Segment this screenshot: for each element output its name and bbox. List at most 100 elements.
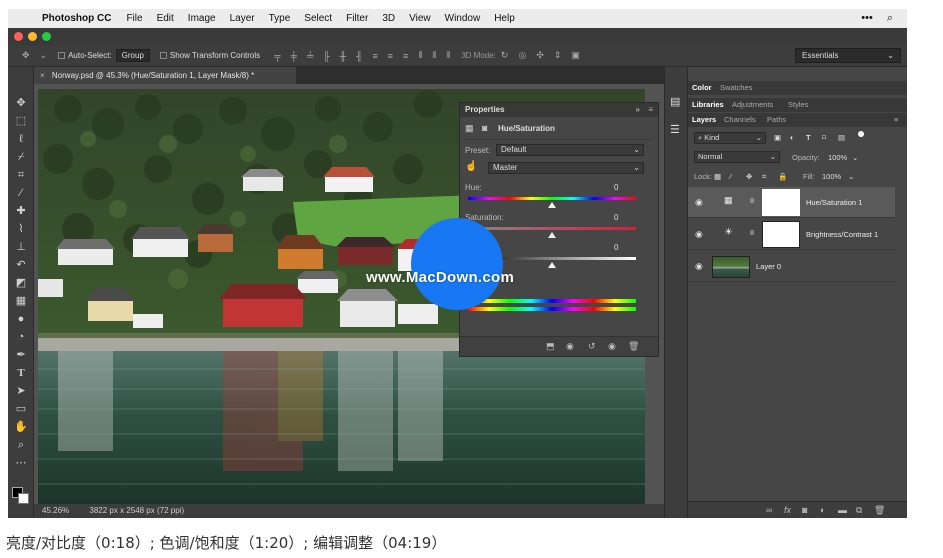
close-tab-icon[interactable]: × [40,71,45,80]
auto-select-checkbox[interactable] [58,52,66,59]
layer-mask-thumbnail[interactable] [762,221,800,248]
blur-tool-icon[interactable]: ● [12,311,30,327]
tab-layers[interactable]: Layers [692,113,716,127]
link-icon[interactable]: 8 [750,228,754,237]
chevron-down-icon[interactable]: ⌄ [852,153,858,162]
fill-value[interactable]: 100% [822,172,841,181]
distribute-left-icon[interactable]: ⦀ [418,50,422,61]
tab-paths[interactable]: Paths [767,113,786,127]
filter-toggle[interactable] [858,131,864,137]
view-previous-icon[interactable]: ◉ [566,341,574,352]
add-mask-icon[interactable]: ◙ [802,505,807,515]
align-left-icon[interactable]: ╟ [323,51,329,61]
move-tool-icon[interactable]: ✥ [22,50,30,61]
menu-type[interactable]: Type [262,13,298,24]
menu-filter[interactable]: Filter [339,13,375,24]
path-select-tool-icon[interactable]: ➤ [12,383,30,399]
filter-smart-object-icon[interactable]: ▤ [838,133,845,142]
healing-brush-tool-icon[interactable]: ✚ [12,203,30,219]
filter-adjustment-icon[interactable]: ◐ [790,133,795,142]
menu-3d[interactable]: 3D [375,13,402,24]
history-panel-icon[interactable]: ▤ [670,95,680,108]
gradient-tool-icon[interactable]: ▦ [12,293,30,309]
distribute-vcenter-icon[interactable]: ≡ [388,51,393,61]
menu-image[interactable]: Image [181,13,223,24]
tab-swatches[interactable]: Swatches [720,81,753,95]
auto-select-dropdown[interactable]: Group [115,49,150,62]
blend-mode-dropdown[interactable]: Normal ⌄ [694,151,780,163]
visibility-eye-icon[interactable]: ◉ [695,197,703,208]
3d-slide-icon[interactable]: ⇕ [554,50,562,61]
minimize-window-button[interactable] [28,32,37,41]
align-bottom-icon[interactable]: ╧ [307,51,313,61]
filter-type-icon[interactable]: T [806,133,811,142]
preset-dropdown[interactable]: Default ⌄ [496,144,644,156]
lock-all-icon[interactable]: 🔒 [778,172,787,181]
chevron-down-icon[interactable]: ⌄ [848,172,854,181]
filter-shape-icon[interactable]: ⌑ [822,133,826,142]
align-top-icon[interactable]: ╤ [274,51,280,61]
layer-thumbnail[interactable] [712,256,750,278]
transform-controls-checkbox[interactable] [159,52,167,59]
align-right-icon[interactable]: ╢ [356,51,362,61]
align-hcenter-icon[interactable]: ╫ [340,51,346,61]
zoom-tool-icon[interactable]: ⌕ [12,437,30,453]
new-group-icon[interactable]: ▬ [838,505,847,515]
hue-value[interactable]: 0 [614,183,618,192]
new-adjustment-icon[interactable]: ◐ [820,505,825,515]
visibility-eye-icon[interactable]: ◉ [695,261,703,272]
collapse-panel-icon[interactable]: » [636,103,640,117]
channel-dropdown[interactable]: Master ⌄ [488,162,644,174]
hue-slider-track[interactable] [468,197,636,200]
lock-artboard-icon[interactable]: ⌗ [762,172,766,182]
menu-select[interactable]: Select [297,13,339,24]
eraser-tool-icon[interactable]: ◩ [12,275,30,291]
chevron-down-icon[interactable]: ⌄ [40,50,48,61]
filter-pixel-icon[interactable]: ▣ [774,133,781,142]
clone-stamp-tool-icon[interactable]: ⊥ [12,239,30,255]
3d-pan-icon[interactable]: ✣ [536,50,544,61]
layer-name[interactable]: Layer 0 [756,262,781,271]
zoom-level[interactable]: 45.26% [42,506,69,515]
lasso-tool-icon[interactable]: ℓ [12,131,30,147]
menu-layer[interactable]: Layer [223,13,262,24]
eyedropper-tool-icon[interactable]: ⁄ [12,185,30,201]
more-tools-icon[interactable]: ⋯ [12,455,30,471]
hand-tool-icon[interactable]: ✋ [12,419,30,435]
lock-position-icon[interactable]: ✥ [746,172,752,181]
menu-app-name[interactable]: Photoshop CC [38,13,119,24]
document-tab[interactable]: × Norway.psd @ 45.3% (Hue/Saturation 1, … [34,67,296,84]
distribute-bottom-icon[interactable]: ≡ [403,51,408,61]
pen-tool-icon[interactable]: ✒ [12,347,30,363]
link-icon[interactable]: 8 [750,196,754,205]
saturation-slider-thumb[interactable] [548,232,556,238]
layer-name[interactable]: Hue/Saturation 1 [806,198,862,207]
visibility-eye-icon[interactable]: ◉ [695,229,703,240]
opacity-value[interactable]: 100% [828,153,847,162]
layer-name[interactable]: Brightness/Contrast 1 [806,230,878,239]
tab-channels[interactable]: Channels [724,113,756,127]
tab-adjustments[interactable]: Adjustments [732,98,773,112]
link-layers-icon[interactable]: ∞ [766,505,772,515]
saturation-value[interactable]: 0 [614,213,618,222]
3d-rotate-icon[interactable]: ↻ [501,50,509,61]
search-icon[interactable]: ⌕ [887,12,893,25]
dodge-tool-icon[interactable]: ◔ [12,329,30,345]
workspace-dropdown[interactable]: Essentials ⌄ [795,48,901,63]
zoom-window-button[interactable] [42,32,51,41]
lock-pixels-icon[interactable]: ⁄ [730,172,731,181]
rectangle-tool-icon[interactable]: ▭ [12,401,30,417]
hue-slider-thumb[interactable] [548,202,556,208]
close-window-button[interactable] [14,32,23,41]
layer-row[interactable]: ◉ ▦ 8 Hue/Saturation 1 [688,187,895,218]
type-tool-icon[interactable]: T [12,365,30,381]
crop-tool-icon[interactable]: ⌗ [12,167,30,183]
visibility-eye-icon[interactable]: ◉ [608,341,616,352]
distribute-right-icon[interactable]: ⦀ [446,50,450,61]
layer-row[interactable]: ◉ Layer 0 [688,251,895,282]
layer-style-icon[interactable]: fx [784,505,791,515]
align-vcenter-icon[interactable]: ╪ [291,51,297,61]
menu-view[interactable]: View [402,13,438,24]
delete-layer-icon[interactable]: 🗑 [874,505,885,516]
panel-menu-icon[interactable]: ≡ [894,113,898,127]
